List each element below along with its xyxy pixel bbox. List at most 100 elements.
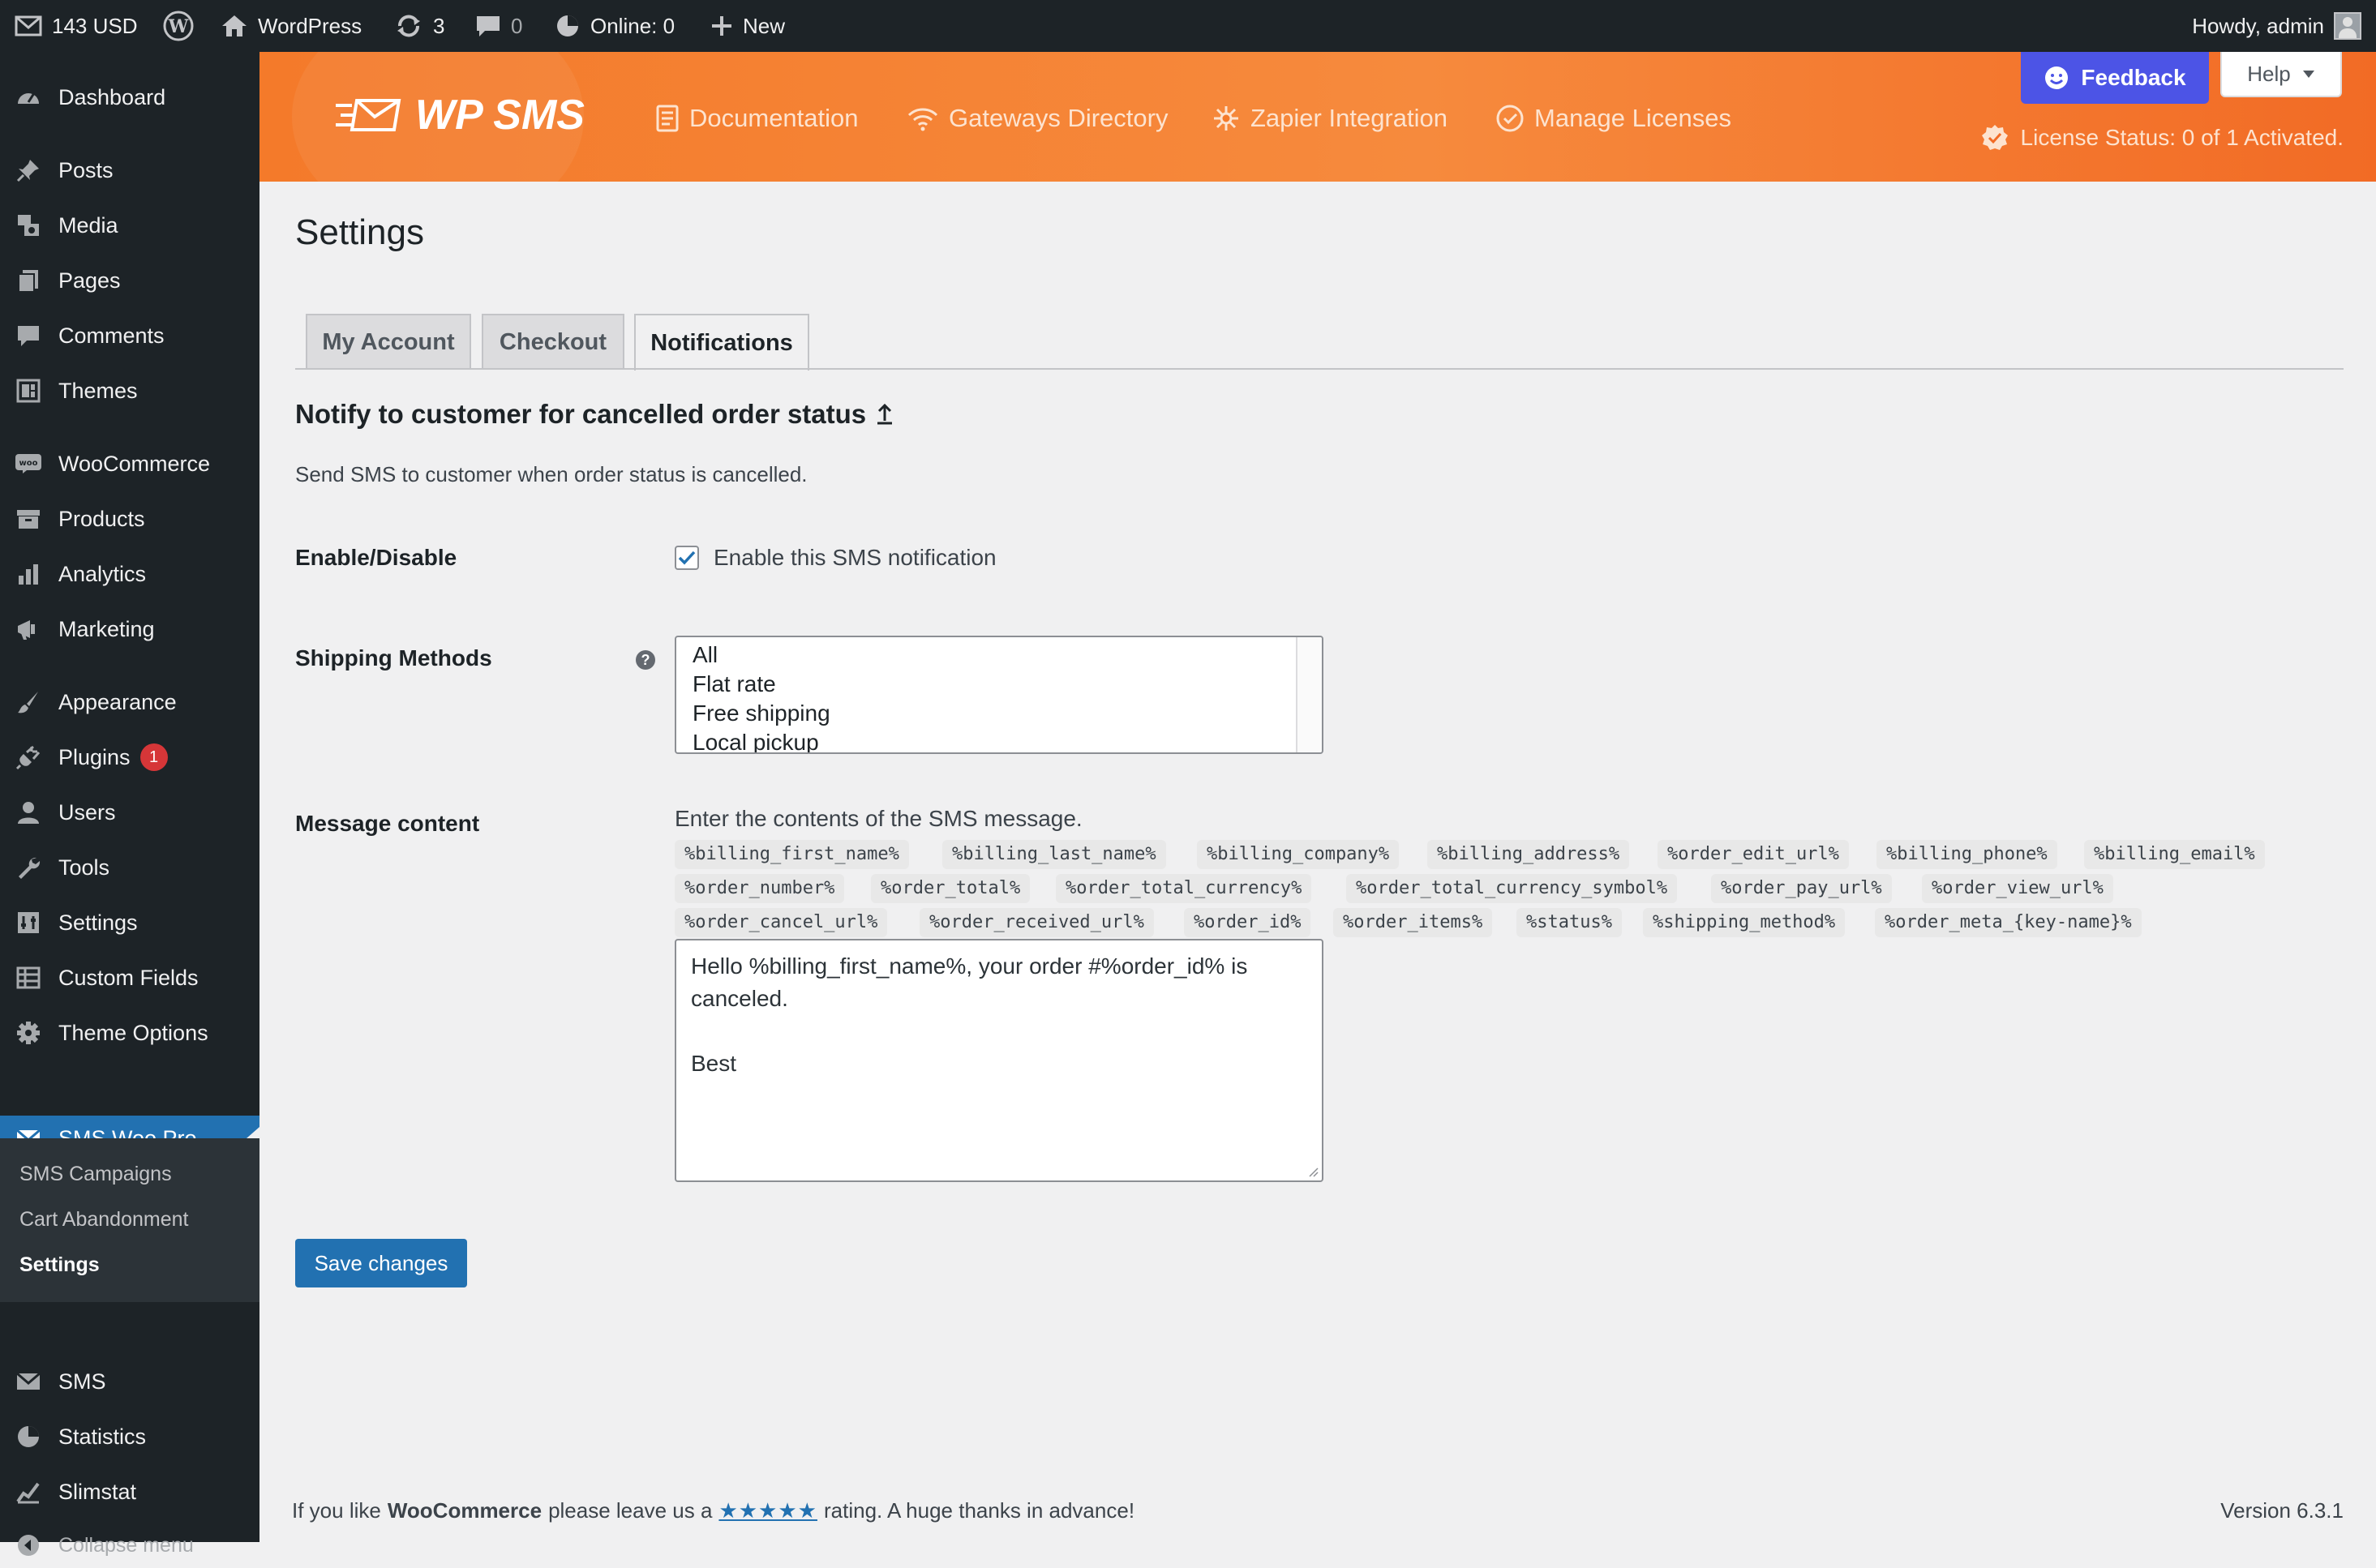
sidebar-item-custom-fields[interactable]: Custom Fields: [0, 955, 259, 1000]
admin-sidebar: Dashboard Posts Media Pages Comments The…: [0, 52, 259, 1557]
select-scrollbar[interactable]: [1296, 637, 1322, 752]
comments-menu[interactable]: 0: [475, 0, 522, 52]
sidebar-item-statistics[interactable]: Statistics: [0, 1414, 259, 1459]
shipping-option[interactable]: All: [676, 640, 1322, 670]
account-menu[interactable]: Howdy, admin: [2192, 0, 2361, 52]
submenu-item-settings[interactable]: Settings: [19, 1253, 100, 1277]
online-text: Online: 0: [590, 13, 675, 38]
sidebar-item-analytics[interactable]: Analytics: [0, 551, 259, 597]
variable-tag[interactable]: %billing_address%: [1427, 840, 1630, 869]
new-label: New: [743, 13, 786, 38]
trend-icon: [15, 1478, 42, 1506]
message-content-textarea[interactable]: Hello %billing_first_name%, your order #…: [675, 939, 1323, 1182]
sidebar-item-sms[interactable]: SMS: [0, 1359, 259, 1404]
variable-tag[interactable]: %billing_company%: [1197, 840, 1400, 869]
enable-sms-notification[interactable]: Enable this SMS notification: [675, 545, 997, 571]
sidebar-item-marketing[interactable]: Marketing: [0, 606, 259, 652]
sidebar-item-settings[interactable]: Settings: [0, 900, 259, 945]
collapse-menu-button[interactable]: Collapse menu: [0, 1523, 259, 1568]
archive-icon: [15, 505, 42, 533]
variable-tag[interactable]: %shipping_method%: [1643, 908, 1846, 937]
sidebar-item-label: Marketing: [58, 616, 155, 641]
shipping-option[interactable]: Local pickup: [676, 728, 1322, 752]
arrow-up-icon[interactable]: [876, 403, 894, 426]
link-label: Zapier Integration: [1250, 104, 1447, 132]
help-tip-icon[interactable]: ?: [636, 650, 655, 670]
variable-tag[interactable]: %order_received_url%: [920, 908, 1154, 937]
tab-my-account[interactable]: My Account: [306, 314, 471, 369]
variable-tag[interactable]: %order_pay_url%: [1711, 874, 1892, 903]
table-icon: [15, 964, 42, 992]
resize-grip-icon[interactable]: [1307, 1166, 1319, 1177]
logo-text: WP SMS: [415, 92, 585, 139]
sidebar-item-slimstat[interactable]: Slimstat: [0, 1469, 259, 1514]
sidebar-item-woocommerce[interactable]: woo WooCommerce: [0, 441, 259, 486]
submenu-item-cart-abandonment[interactable]: Cart Abandonment: [19, 1208, 188, 1232]
sidebar-item-tools[interactable]: Tools: [0, 845, 259, 890]
new-content-menu[interactable]: New: [710, 0, 785, 52]
online-users[interactable]: Online: 0: [555, 0, 675, 52]
sidebar-item-appearance[interactable]: Appearance: [0, 679, 259, 725]
submenu-item-sms-campaigns[interactable]: SMS Campaigns: [19, 1163, 172, 1186]
sidebar-item-dashboard[interactable]: Dashboard: [0, 75, 259, 120]
tab-notifications[interactable]: Notifications: [634, 314, 809, 371]
site-name-menu[interactable]: WordPress: [221, 0, 362, 52]
sidebar-item-plugins[interactable]: Plugins 1: [0, 735, 259, 780]
zapier-integration-link[interactable]: Zapier Integration: [1212, 101, 1447, 136]
manage-licenses-link[interactable]: Manage Licenses: [1495, 101, 1731, 136]
variable-tag[interactable]: %billing_first_name%: [675, 840, 909, 869]
updates-menu[interactable]: 3: [394, 0, 444, 52]
shipping-option[interactable]: Flat rate: [676, 670, 1322, 699]
documentation-link[interactable]: Documentation: [655, 101, 859, 136]
save-changes-button[interactable]: Save changes: [295, 1239, 467, 1287]
rating-stars-link[interactable]: ★★★★★: [718, 1498, 817, 1523]
variable-tag[interactable]: %order_total_currency_symbol%: [1346, 874, 1678, 903]
footer-version: Version 6.3.1: [2220, 1498, 2344, 1523]
sms-balance[interactable]: 143 USD: [15, 0, 138, 52]
variable-tag[interactable]: %order_meta_{key-name}%: [1875, 908, 2142, 937]
comments-count: 0: [511, 13, 523, 38]
variable-tag[interactable]: %order_view_url%: [1922, 874, 2113, 903]
variable-tag[interactable]: %order_number%: [675, 874, 845, 903]
feedback-button[interactable]: Feedback: [2021, 52, 2209, 104]
footer-middle: please leave us a: [548, 1498, 713, 1523]
variable-tag[interactable]: %order_id%: [1184, 908, 1311, 937]
variable-tag[interactable]: %billing_last_name%: [942, 840, 1166, 869]
sidebar-item-themes[interactable]: Themes: [0, 368, 259, 413]
pin-icon: [15, 156, 42, 184]
shipping-option[interactable]: Free shipping: [676, 699, 1322, 728]
sidebar-item-comments[interactable]: Comments: [0, 313, 259, 358]
variable-tag[interactable]: %order_items%: [1333, 908, 1493, 937]
variable-tag[interactable]: %order_total%: [871, 874, 1031, 903]
variable-tag[interactable]: %billing_email%: [2084, 840, 2265, 869]
badge-check-icon: [1496, 105, 1524, 132]
svg-text:woo: woo: [19, 459, 38, 468]
sidebar-item-products[interactable]: Products: [0, 496, 259, 542]
gear-icon: [15, 1019, 42, 1047]
wp-logo-menu[interactable]: W: [162, 0, 195, 52]
variable-tag[interactable]: %order_total_currency%: [1056, 874, 1312, 903]
variable-tag[interactable]: %billing_phone%: [1876, 840, 2057, 869]
envelope-icon: [15, 15, 42, 36]
help-tab-button[interactable]: Help: [2220, 52, 2342, 97]
wifi-icon: [907, 108, 938, 131]
site-name: WordPress: [258, 13, 362, 38]
tab-checkout[interactable]: Checkout: [482, 314, 624, 369]
shipping-methods-select[interactable]: All Flat rate Free shipping Local pickup: [675, 636, 1323, 754]
variable-tag[interactable]: %order_cancel_url%: [675, 908, 888, 937]
sidebar-item-users[interactable]: Users: [0, 790, 259, 835]
gateways-directory-link[interactable]: Gateways Directory: [907, 101, 1168, 136]
sidebar-item-theme-options[interactable]: Theme Options: [0, 1010, 259, 1056]
sidebar-item-label: Users: [58, 799, 116, 825]
brush-icon: [15, 688, 42, 716]
variable-tag[interactable]: %order_edit_url%: [1658, 840, 1849, 869]
wp-sms-logo[interactable]: WP SMS: [334, 91, 585, 139]
enable-checkbox[interactable]: [675, 546, 699, 570]
sidebar-item-media[interactable]: Media: [0, 203, 259, 248]
balance-text: 143 USD: [52, 13, 138, 38]
asterisk-icon: [1214, 106, 1238, 131]
sidebar-item-pages[interactable]: Pages: [0, 258, 259, 303]
sidebar-item-posts[interactable]: Posts: [0, 148, 259, 193]
variable-tag[interactable]: %status%: [1516, 908, 1622, 937]
link-label: Documentation: [689, 104, 859, 132]
